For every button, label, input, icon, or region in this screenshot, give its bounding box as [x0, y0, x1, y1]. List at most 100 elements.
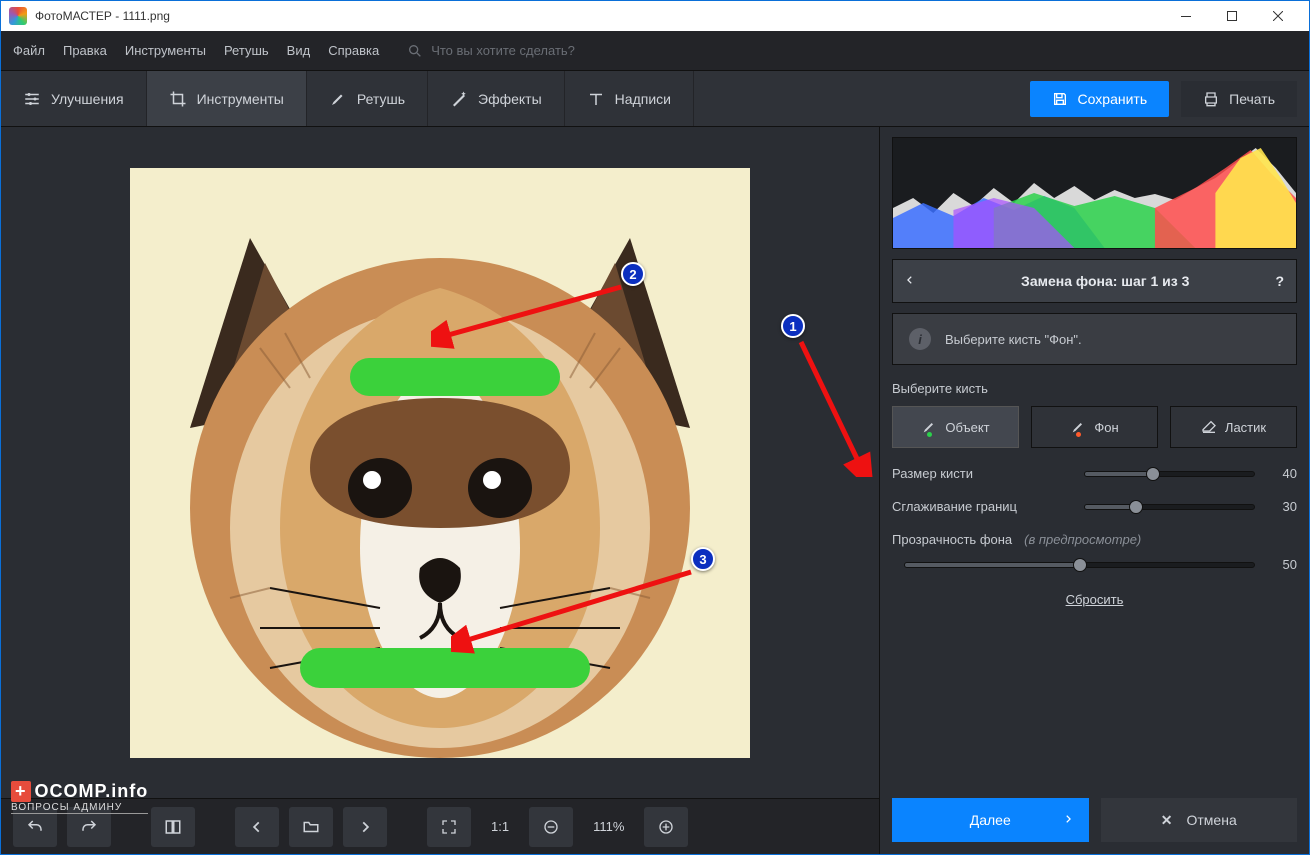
save-label: Сохранить — [1078, 91, 1148, 107]
search-box[interactable]: Что вы хотите сделать? — [407, 43, 575, 59]
object-stroke-1 — [350, 358, 560, 396]
wand-icon — [450, 90, 468, 108]
canvas-area: 2 1 3 +OCOMP.info ВО — [1, 127, 879, 854]
hint-box: i Выберите кисть "Фон". — [892, 313, 1297, 365]
image-canvas[interactable] — [130, 168, 750, 758]
redo-icon — [80, 818, 98, 836]
save-button[interactable]: Сохранить — [1030, 81, 1170, 117]
edge-smooth-label: Сглаживание границ — [892, 499, 1072, 514]
fit-button[interactable] — [427, 807, 471, 847]
brush-eraser-button[interactable]: Ластик — [1170, 406, 1297, 448]
compare-icon — [164, 818, 182, 836]
arrow-2 — [431, 277, 631, 357]
choose-brush-label: Выберите кисть — [892, 381, 1297, 396]
tab-label: Надписи — [615, 91, 671, 107]
menu-tools[interactable]: Инструменты — [125, 43, 206, 58]
tab-captions[interactable]: Надписи — [565, 71, 694, 126]
crop-icon — [169, 90, 187, 108]
brush-eraser-label: Ластик — [1225, 420, 1266, 435]
bg-opacity-slider[interactable] — [904, 562, 1255, 568]
print-icon — [1203, 91, 1219, 107]
ratio-label[interactable]: 1:1 — [481, 819, 519, 834]
menu-view[interactable]: Вид — [287, 43, 311, 58]
menu-help[interactable]: Справка — [328, 43, 379, 58]
next-label: Далее — [970, 812, 1011, 828]
compare-button[interactable] — [151, 807, 195, 847]
panel-title-text: Замена фона: шаг 1 из 3 — [935, 273, 1275, 289]
tab-label: Ретушь — [357, 91, 405, 107]
bg-opacity-value: 50 — [1267, 557, 1297, 572]
brush-size-slider[interactable] — [1084, 471, 1255, 477]
chevron-right-icon — [1063, 812, 1073, 829]
save-icon — [1052, 91, 1068, 107]
chevron-left-icon — [250, 820, 264, 834]
bg-opacity-label: Прозрачность фона — [892, 532, 1012, 547]
print-button[interactable]: Печать — [1181, 81, 1297, 117]
annotation-1: 1 — [781, 314, 805, 338]
tab-enhance[interactable]: Улучшения — [1, 71, 147, 126]
hint-text: Выберите кисть "Фон". — [945, 332, 1082, 347]
minus-icon — [543, 819, 559, 835]
watermark-sub: ВОПРОСЫ АДМИНУ — [11, 802, 148, 814]
edge-smooth-slider[interactable] — [1084, 504, 1255, 510]
search-placeholder: Что вы хотите сделать? — [431, 43, 575, 58]
tab-tools[interactable]: Инструменты — [147, 71, 307, 126]
tab-effects[interactable]: Эффекты — [428, 71, 565, 126]
maximize-button[interactable] — [1209, 1, 1255, 31]
menubar: Файл Правка Инструменты Ретушь Вид Справ… — [1, 31, 1309, 71]
back-button[interactable] — [905, 273, 915, 290]
fit-icon — [441, 819, 457, 835]
app-logo-icon — [9, 7, 27, 25]
close-button[interactable] — [1255, 1, 1301, 31]
prev-image-button[interactable] — [235, 807, 279, 847]
print-label: Печать — [1229, 91, 1275, 107]
edge-smooth-value: 30 — [1267, 499, 1297, 514]
zoom-value: 111% — [583, 819, 634, 834]
browse-button[interactable] — [289, 807, 333, 847]
plus-icon: + — [11, 781, 31, 802]
next-image-button[interactable] — [343, 807, 387, 847]
tab-label: Улучшения — [51, 91, 124, 107]
brush-icon — [329, 90, 347, 108]
app-window: ФотоМАСТЕР - 1111.png Файл Правка Инстру… — [0, 0, 1310, 855]
tab-retouch[interactable]: Ретушь — [307, 71, 428, 126]
brush-size-label: Размер кисти — [892, 466, 1072, 481]
watermark-brand: OCOMP.info — [35, 781, 149, 802]
histogram — [892, 137, 1297, 249]
brush-bg-label: Фон — [1094, 420, 1118, 435]
brush-size-value: 40 — [1267, 466, 1297, 481]
arrow-1 — [791, 337, 881, 477]
zoom-out-button[interactable] — [529, 807, 573, 847]
window-title: ФотоМАСТЕР - 1111.png — [35, 9, 170, 23]
minimize-button[interactable] — [1163, 1, 1209, 31]
reset-link[interactable]: Сбросить — [892, 592, 1297, 607]
tab-label: Инструменты — [197, 91, 284, 107]
folder-icon — [302, 818, 320, 836]
menu-retouch[interactable]: Ретушь — [224, 43, 269, 58]
tab-label: Эффекты — [478, 91, 542, 107]
zoom-in-button[interactable] — [644, 807, 688, 847]
brush-bg-button[interactable]: Фон — [1031, 406, 1158, 448]
next-button[interactable]: Далее — [892, 798, 1089, 842]
brush-object-icon — [921, 419, 937, 435]
chevron-right-icon — [358, 820, 372, 834]
help-button[interactable]: ? — [1275, 273, 1284, 289]
eraser-icon — [1201, 419, 1217, 435]
close-icon: ✕ — [1161, 812, 1173, 829]
side-panel: Замена фона: шаг 1 из 3 ? i Выберите кис… — [879, 127, 1309, 854]
undo-icon — [26, 818, 44, 836]
chevron-left-icon — [905, 273, 915, 287]
arrow-3 — [451, 567, 701, 657]
tabbar: Улучшения Инструменты Ретушь Эффекты Над… — [1, 71, 1309, 127]
brush-object-label: Объект — [945, 420, 989, 435]
menu-file[interactable]: Файл — [13, 43, 45, 58]
menu-edit[interactable]: Правка — [63, 43, 107, 58]
search-icon — [407, 43, 423, 59]
text-icon — [587, 90, 605, 108]
titlebar: ФотоМАСТЕР - 1111.png — [1, 1, 1309, 31]
brush-object-button[interactable]: Объект — [892, 406, 1019, 448]
info-icon: i — [909, 328, 931, 350]
bg-opacity-hint: (в предпросмотре) — [1024, 532, 1141, 547]
cancel-button[interactable]: ✕ Отмена — [1101, 798, 1298, 842]
plus-icon — [658, 819, 674, 835]
